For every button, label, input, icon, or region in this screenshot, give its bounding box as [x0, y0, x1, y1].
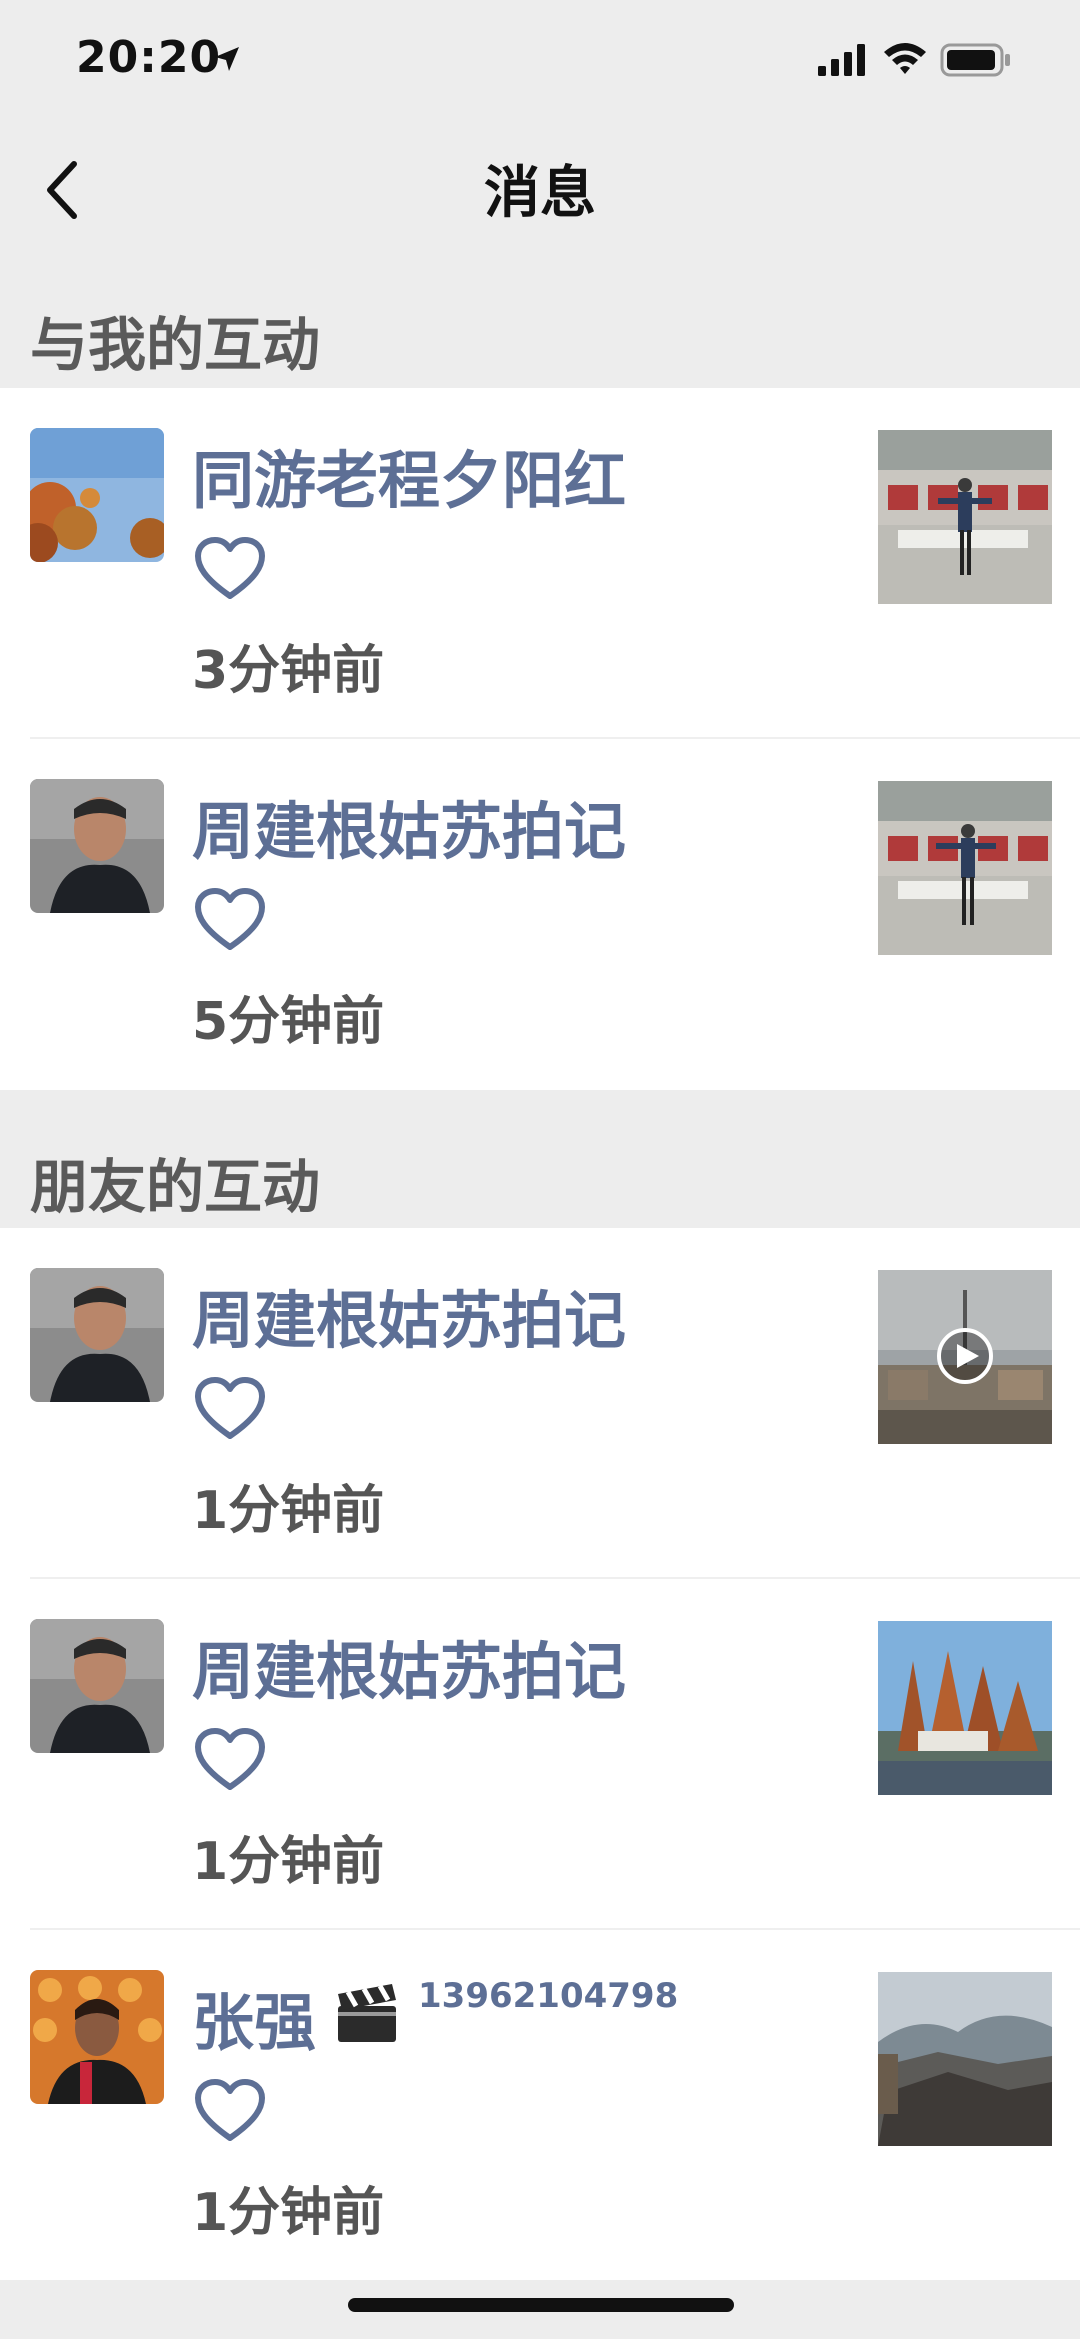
- wifi-icon: [884, 43, 926, 74]
- heart-outline-icon[interactable]: [194, 887, 266, 953]
- battery-icon: [940, 43, 1010, 77]
- heart-outline-icon[interactable]: [194, 1376, 266, 1442]
- user-name[interactable]: 周建根姑苏拍记: [192, 1270, 626, 1360]
- avatar[interactable]: [30, 779, 164, 913]
- video-thumbnail[interactable]: [878, 1270, 1052, 1444]
- heart-outline-icon[interactable]: [194, 2078, 266, 2144]
- time-ago: 1分钟前: [192, 1481, 385, 1541]
- time-ago: 3分钟前: [192, 641, 385, 701]
- section-title: 朋友的互动: [30, 1153, 321, 1221]
- page-title: 消息: [484, 161, 596, 226]
- home-indicator[interactable]: [348, 2298, 734, 2312]
- time-ago: 5分钟前: [192, 992, 385, 1052]
- my-interactions-list: 同游老程夕阳红 3分钟前 周建根姑苏拍记 5分钟前: [0, 388, 1080, 1090]
- avatar[interactable]: [30, 1268, 164, 1402]
- user-name[interactable]: 张强: [192, 1972, 316, 2062]
- status-time: 20:20: [76, 32, 222, 83]
- time-ago: 1分钟前: [192, 2183, 385, 2243]
- heart-outline-icon[interactable]: [194, 1727, 266, 1793]
- user-name[interactable]: 同游老程夕阳红: [192, 430, 626, 520]
- heart-outline-icon[interactable]: [194, 536, 266, 602]
- friends-interactions-list: 周建根姑苏拍记 1分钟前 周建根姑苏拍记 1分钟前 张强 13962104798…: [0, 1228, 1080, 2281]
- cellular-signal-icon: [818, 44, 865, 76]
- nav-bar: 消息: [0, 120, 1080, 260]
- list-item[interactable]: 周建根姑苏拍记 1分钟前: [0, 1579, 1080, 1930]
- list-item[interactable]: 同游老程夕阳红 3分钟前: [0, 388, 1080, 739]
- avatar[interactable]: [30, 1970, 164, 2104]
- status-bar: 20:20: [0, 0, 1080, 120]
- avatar[interactable]: [30, 1619, 164, 1753]
- phone-number: 13962104798: [418, 1976, 679, 2016]
- post-thumbnail[interactable]: [878, 1972, 1052, 2146]
- user-name[interactable]: 周建根姑苏拍记: [192, 1621, 626, 1711]
- section-header-friends-interactions: 朋友的互动: [0, 1110, 1080, 1230]
- post-thumbnail[interactable]: [878, 430, 1052, 604]
- location-arrow-icon: [215, 47, 239, 71]
- post-thumbnail[interactable]: [878, 781, 1052, 955]
- list-item[interactable]: 周建根姑苏拍记 1分钟前: [0, 1228, 1080, 1579]
- avatar[interactable]: [30, 428, 164, 562]
- list-item[interactable]: 周建根姑苏拍记 5分钟前: [0, 739, 1080, 1090]
- section-header-my-interactions: 与我的互动: [0, 268, 1080, 388]
- time-ago: 1分钟前: [192, 1832, 385, 1892]
- post-thumbnail[interactable]: [878, 1621, 1052, 1795]
- section-title: 与我的互动: [30, 311, 321, 379]
- clapperboard-icon: [338, 1984, 396, 2042]
- list-item[interactable]: 张强 13962104798 1分钟前: [0, 1930, 1080, 2281]
- user-name[interactable]: 周建根姑苏拍记: [192, 781, 626, 871]
